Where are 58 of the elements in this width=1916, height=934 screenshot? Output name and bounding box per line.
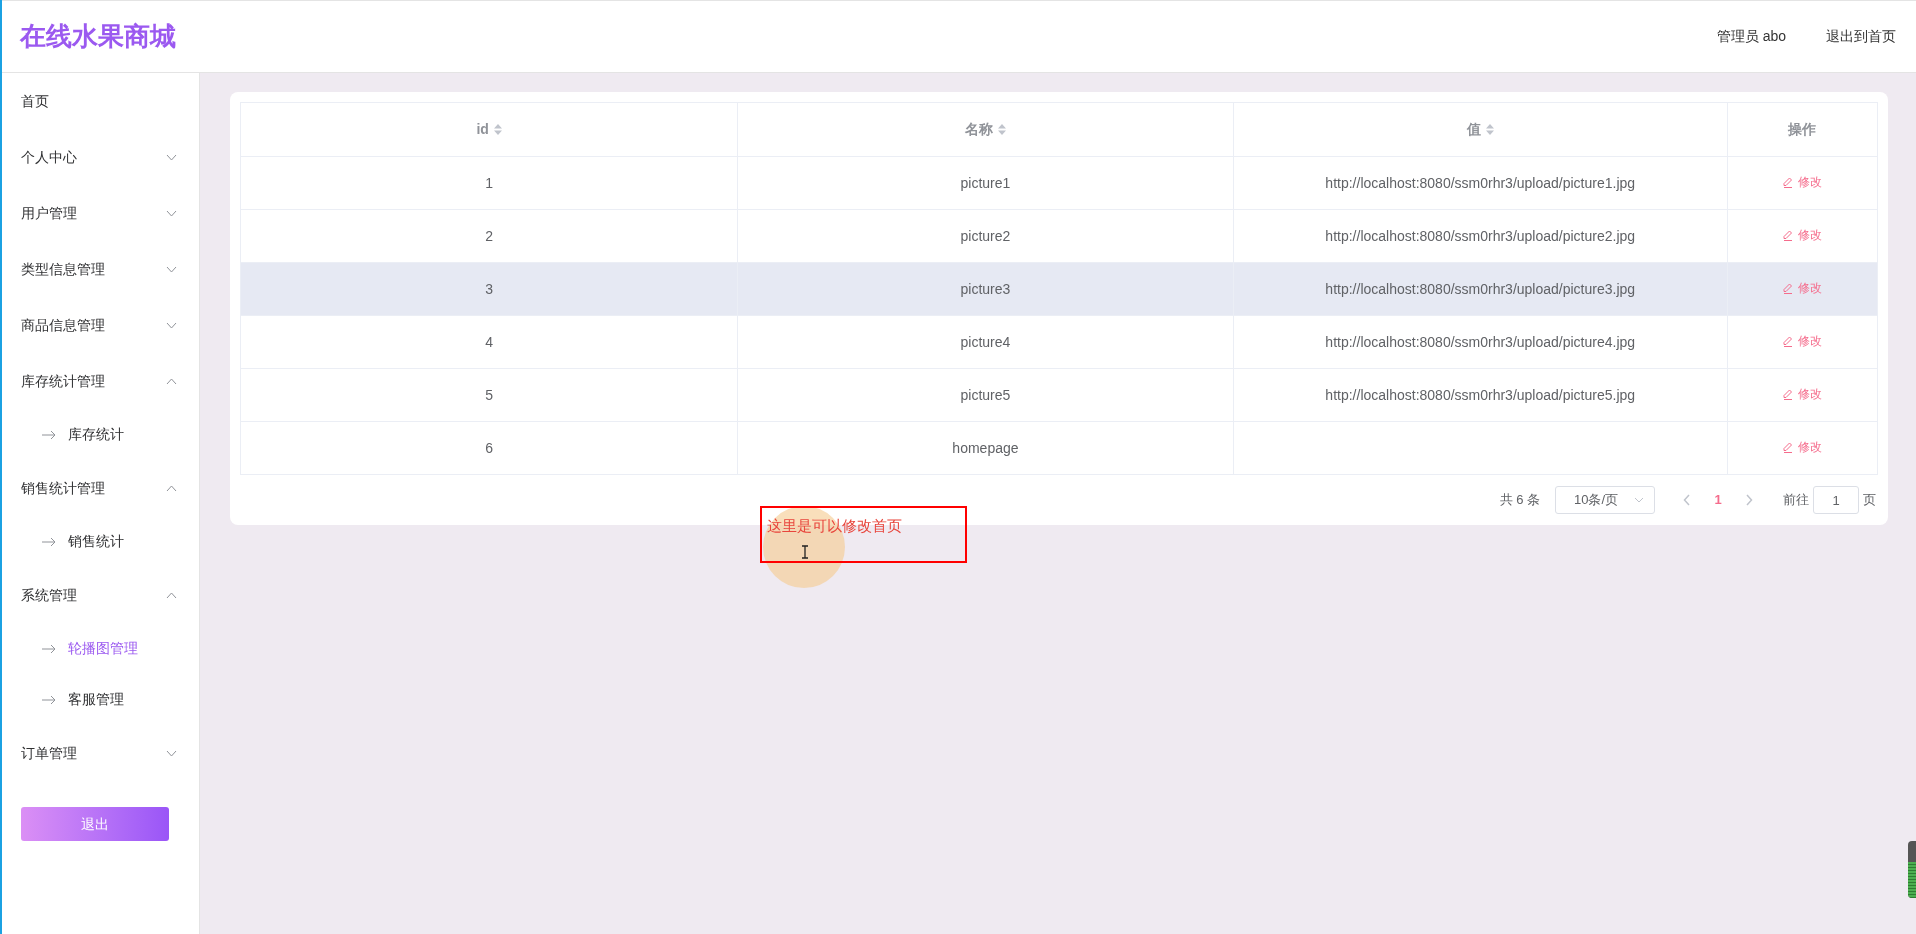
menu-group-label[interactable]: 类型信息管理 [21, 258, 166, 280]
table-cell: http://localhost:8080/ssm0rhr3/upload/picture4.jpg [1325, 333, 1636, 350]
arrow-right-icon [42, 643, 56, 654]
goto-page-input[interactable]: 1 [1813, 486, 1859, 514]
submenu-item[interactable]: 库存统计 [68, 424, 124, 445]
menu-group-label[interactable]: 系统管理 [21, 584, 166, 606]
table-cell: picture4 [960, 333, 1011, 350]
column-header: 操作 [1788, 120, 1817, 139]
edit-icon [1782, 282, 1793, 294]
menu-group-label[interactable]: 库存统计管理 [21, 370, 166, 392]
table-cell: picture3 [960, 280, 1011, 297]
table-cell: 5 [485, 386, 494, 403]
next-page-icon[interactable] [1745, 494, 1753, 506]
table-cell: picture1 [960, 174, 1011, 191]
table-cell: 1 [485, 174, 494, 191]
page-suffix-label: 页 [1863, 491, 1876, 510]
arrow-right-icon [42, 536, 56, 547]
total-count: 共 6 条 [1499, 491, 1540, 510]
admin-user-label: 管理员 abo [1716, 27, 1786, 46]
sort-icon [493, 124, 502, 135]
table-cell: http://localhost:8080/ssm0rhr3/upload/picture3.jpg [1325, 280, 1636, 297]
edit-icon [1782, 176, 1793, 188]
annotation-text: 这里是可以修改首页 [767, 517, 902, 534]
chevron-down-icon [1634, 497, 1644, 503]
edit-icon [1782, 335, 1793, 347]
exit-to-home-link[interactable]: 退出到首页 [1826, 26, 1896, 47]
menu-group-label[interactable]: 用户管理 [21, 202, 166, 224]
site-title: 在线水果商城 [20, 20, 176, 53]
sort-icon [997, 124, 1006, 135]
submenu-item[interactable]: 销售统计 [68, 531, 124, 552]
table-cell: http://localhost:8080/ssm0rhr3/upload/picture1.jpg [1325, 174, 1636, 191]
table-cell: http://localhost:8080/ssm0rhr3/upload/picture2.jpg [1325, 227, 1636, 244]
page-size-select[interactable]: 10条/页 [1555, 486, 1655, 514]
table-cell: picture5 [960, 386, 1011, 403]
table-cell: picture2 [960, 227, 1011, 244]
table-cell: 3 [485, 280, 494, 297]
submenu-item[interactable]: 客服管理 [68, 689, 124, 710]
previous-page-icon[interactable] [1683, 494, 1691, 506]
submenu-item[interactable]: 轮播图管理 [68, 638, 138, 659]
sort-icon [1485, 124, 1494, 135]
menu-group-label[interactable]: 商品信息管理 [21, 314, 166, 336]
table-cell: http://localhost:8080/ssm0rhr3/upload/picture5.jpg [1325, 386, 1636, 403]
edit-icon [1782, 441, 1793, 453]
edit-icon [1782, 388, 1793, 400]
menu-group-label[interactable]: 销售统计管理 [21, 477, 166, 499]
table-cell: homepage [952, 439, 1019, 456]
text-cursor-icon [801, 545, 809, 559]
edit-icon [1782, 229, 1793, 241]
goto-label: 前往 [1783, 491, 1809, 510]
table-cell: 6 [485, 439, 494, 456]
table-cell: 4 [485, 333, 494, 350]
table-cell: 2 [485, 227, 494, 244]
menu-group-label[interactable]: 订单管理 [21, 742, 166, 764]
menu-item[interactable]: 首页 [2, 73, 199, 129]
menu-group-label[interactable]: 个人中心 [21, 146, 166, 168]
arrow-right-icon [42, 429, 56, 440]
arrow-right-icon [42, 694, 56, 705]
side-widget-icon [1908, 841, 1916, 898]
